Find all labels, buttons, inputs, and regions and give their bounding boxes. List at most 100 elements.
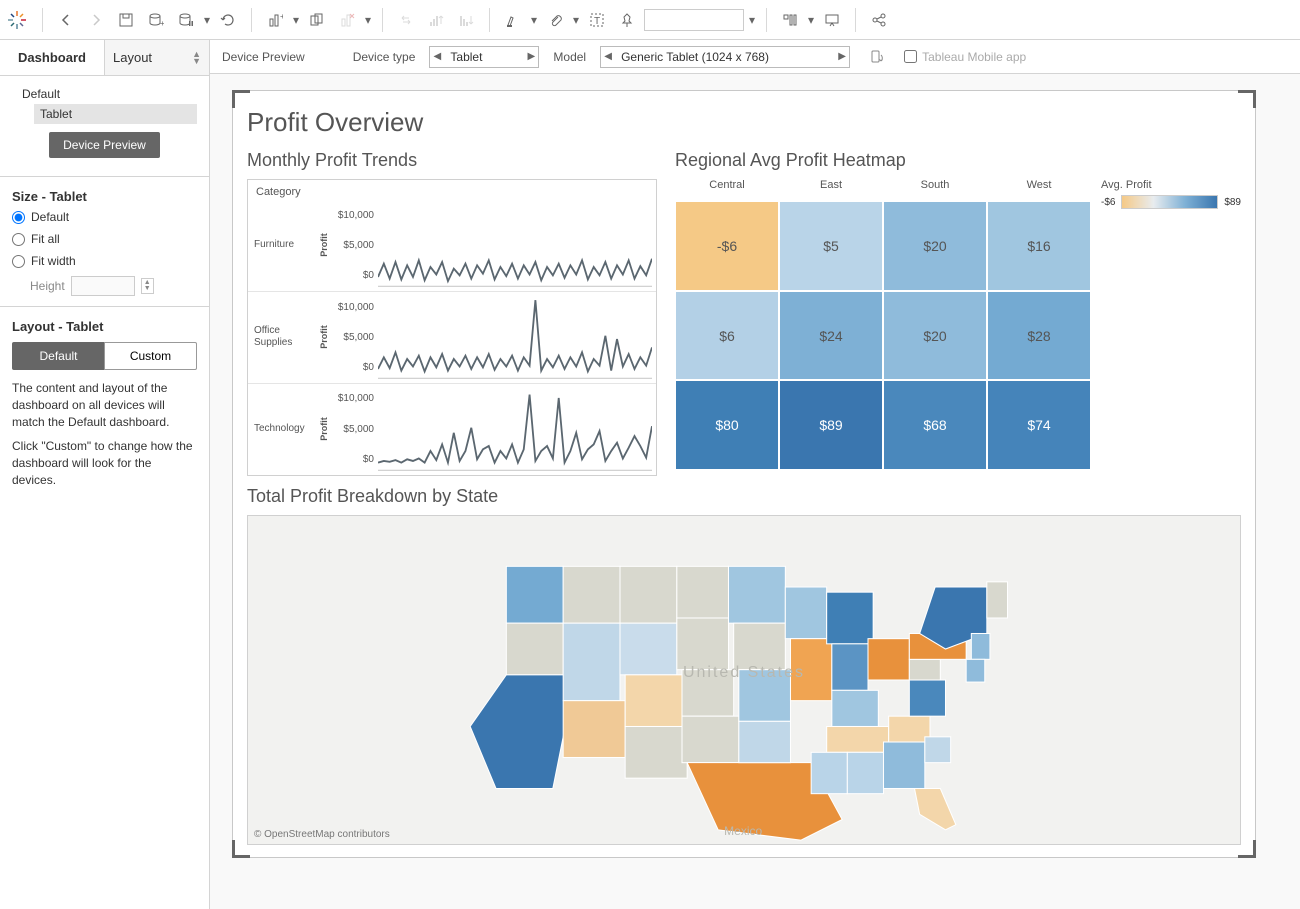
- heat-cell[interactable]: $20: [883, 201, 987, 291]
- heat-cell[interactable]: $28: [987, 291, 1091, 381]
- sidebar: Dashboard Layout ▲▼ Default Tablet Devic…: [0, 40, 210, 909]
- radio-fit-all[interactable]: Fit all: [0, 228, 209, 250]
- map-mexico-label: Mexico: [724, 824, 762, 838]
- new-worksheet-button[interactable]: +: [262, 7, 288, 33]
- heat-col-header: South: [883, 179, 987, 201]
- device-type-label: Device type: [353, 50, 416, 64]
- new-ws-caret[interactable]: ▾: [292, 13, 300, 27]
- search-caret[interactable]: ▾: [748, 13, 756, 27]
- trend-category: Furniture: [248, 200, 318, 291]
- new-data-source-button[interactable]: +: [143, 7, 169, 33]
- dashboard-title: Profit Overview: [247, 107, 1241, 138]
- heat-col-header: West: [987, 179, 1091, 201]
- svg-text:+: +: [160, 19, 164, 28]
- profit-axis-label: Profit: [318, 200, 330, 291]
- highlight-button[interactable]: [500, 7, 526, 33]
- presentation-button[interactable]: [819, 7, 845, 33]
- heat-cell[interactable]: $68: [883, 380, 987, 470]
- heat-cell[interactable]: $5: [779, 201, 883, 291]
- sparkline[interactable]: [378, 200, 656, 291]
- pin-button[interactable]: [614, 7, 640, 33]
- sparkline[interactable]: [378, 292, 656, 383]
- tab-layout[interactable]: Layout ▲▼: [104, 40, 209, 75]
- clear-button[interactable]: [334, 7, 360, 33]
- heatmap[interactable]: CentralEastSouthWest -$6$5$20$16 $6$24$20…: [675, 179, 1091, 470]
- mobile-app-checkbox[interactable]: Tableau Mobile app: [904, 50, 1026, 64]
- legend-gradient: [1121, 195, 1218, 209]
- pause-updates-button[interactable]: [173, 7, 199, 33]
- clear-caret[interactable]: ▾: [364, 13, 372, 27]
- legend-min: -$6: [1101, 197, 1115, 208]
- trend-yticks: $10,000$5,000$0: [330, 384, 378, 475]
- help-text-1: The content and layout of the dashboard …: [0, 376, 209, 434]
- map-attribution: © OpenStreetMap contributors: [254, 829, 390, 840]
- trend-yticks: $10,000$5,000$0: [330, 200, 378, 291]
- seg-custom[interactable]: Custom: [104, 342, 197, 370]
- updown-icon: ▲▼: [192, 51, 201, 65]
- heat-cell[interactable]: $24: [779, 291, 883, 381]
- showme-caret[interactable]: ▾: [807, 13, 815, 27]
- radio-default[interactable]: Default: [0, 206, 209, 228]
- back-button[interactable]: [53, 7, 79, 33]
- show-me-button[interactable]: [777, 7, 803, 33]
- heat-cell[interactable]: $89: [779, 380, 883, 470]
- heat-col-header: Central: [675, 179, 779, 201]
- map-title: Total Profit Breakdown by State: [247, 486, 1241, 507]
- category-header: Category: [248, 180, 656, 200]
- device-preview-bar: Device Preview Device type ◀Tablet▶ Mode…: [210, 40, 1300, 74]
- device-frame: Profit Overview Monthly Profit Trends Ca…: [232, 90, 1256, 858]
- trend-chart[interactable]: Category FurnitureProfit$10,000$5,000$0O…: [247, 179, 657, 476]
- toolbar-search-input[interactable]: [644, 9, 744, 31]
- text-label-button[interactable]: T: [584, 7, 610, 33]
- trend-category: Office Supplies: [248, 292, 318, 383]
- legend-max: $89: [1224, 197, 1241, 208]
- model-select[interactable]: ◀Generic Tablet (1024 x 768)▶: [600, 46, 850, 68]
- height-label: Height: [30, 279, 65, 293]
- trend-yticks: $10,000$5,000$0: [330, 292, 378, 383]
- trend-category: Technology: [248, 384, 318, 475]
- heat-col-header: East: [779, 179, 883, 201]
- tab-dashboard[interactable]: Dashboard: [0, 40, 104, 75]
- tree-default[interactable]: Default: [18, 84, 197, 104]
- svg-text:+: +: [280, 12, 283, 21]
- tree-tablet[interactable]: Tablet: [34, 104, 197, 124]
- radio-fit-width[interactable]: Fit width: [0, 250, 209, 272]
- refresh-button[interactable]: [215, 7, 241, 33]
- height-input[interactable]: [71, 276, 135, 296]
- forward-button[interactable]: [83, 7, 109, 33]
- map-country-label: United States: [683, 664, 805, 682]
- sort-desc-button[interactable]: [453, 7, 479, 33]
- heatmap-legend: Avg. Profit -$6 $89: [1091, 179, 1241, 470]
- save-button[interactable]: [113, 7, 139, 33]
- heat-cell[interactable]: $16: [987, 201, 1091, 291]
- svg-text:T: T: [594, 16, 600, 27]
- swap-button[interactable]: [393, 7, 419, 33]
- profit-map[interactable]: United States Mexico © OpenStreetMap con…: [247, 515, 1241, 845]
- sort-asc-button[interactable]: [423, 7, 449, 33]
- device-preview-button[interactable]: Device Preview: [49, 132, 160, 158]
- main-toolbar: + ▾ + ▾ ▾ ▾ ▾ T ▾ ▾: [0, 0, 1300, 40]
- size-panel-title: Size - Tablet: [0, 183, 209, 206]
- highlight-caret[interactable]: ▾: [530, 13, 538, 27]
- attachment-button[interactable]: [542, 7, 568, 33]
- height-stepper[interactable]: ▲▼: [141, 278, 154, 294]
- heat-cell[interactable]: -$6: [675, 201, 779, 291]
- heat-title: Regional Avg Profit Heatmap: [675, 150, 1241, 171]
- layout-panel-title: Layout - Tablet: [0, 313, 209, 336]
- profit-axis-label: Profit: [318, 384, 330, 475]
- tableau-logo-icon: [8, 11, 26, 29]
- heat-cell[interactable]: $74: [987, 380, 1091, 470]
- device-type-select[interactable]: ◀Tablet▶: [429, 46, 539, 68]
- rotate-orientation-button[interactable]: [864, 44, 890, 70]
- seg-default[interactable]: Default: [12, 342, 104, 370]
- tab-layout-label: Layout: [113, 50, 152, 65]
- heat-cell[interactable]: $6: [675, 291, 779, 381]
- attach-caret[interactable]: ▾: [572, 13, 580, 27]
- duplicate-button[interactable]: [304, 7, 330, 33]
- share-button[interactable]: [866, 7, 892, 33]
- heat-cell[interactable]: $80: [675, 380, 779, 470]
- heat-cell[interactable]: $20: [883, 291, 987, 381]
- sparkline[interactable]: [378, 384, 656, 475]
- pause-caret[interactable]: ▾: [203, 13, 211, 27]
- profit-axis-label: Profit: [318, 292, 330, 383]
